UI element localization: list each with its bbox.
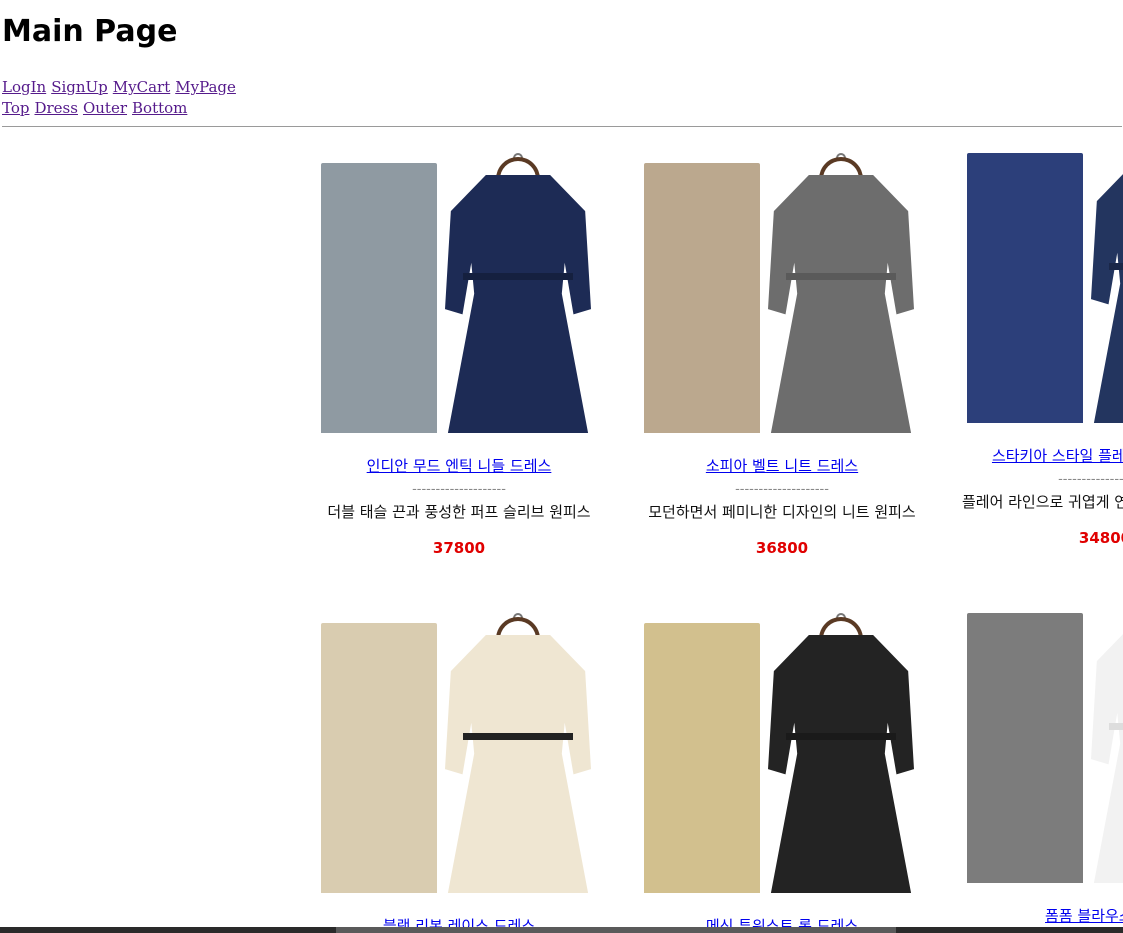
login-link[interactable]: LogIn	[2, 78, 46, 96]
mypage-link[interactable]: MyPage	[175, 78, 236, 96]
product-name-link[interactable]: 소피아 벨트 니트 드레스	[706, 455, 858, 476]
dress-shape	[1091, 165, 1123, 423]
mycart-link[interactable]: MyCart	[113, 78, 170, 96]
garment-photo	[437, 613, 599, 893]
category-top-link[interactable]: Top	[2, 99, 29, 117]
category-bottom-link[interactable]: Bottom	[132, 99, 187, 117]
header-divider	[2, 126, 1122, 127]
scrollbar-thumb[interactable]	[336, 927, 896, 933]
model-photo	[967, 613, 1083, 883]
product-price: 36800	[755, 539, 809, 557]
dress-shape	[1091, 625, 1123, 883]
product-name-link[interactable]: 인디안 무드 엔틱 니들 드레스	[367, 455, 552, 476]
model-photo	[321, 623, 437, 893]
product-card: 소피아 벨트 니트 드레스 -------------------- 모던하면서…	[621, 153, 943, 557]
horizontal-scrollbar[interactable]	[0, 927, 1123, 933]
belt-shape	[463, 733, 573, 740]
product-name-link[interactable]: 폼폼 블라우스 치마	[1045, 905, 1123, 926]
dress-shape	[445, 175, 591, 433]
product-image[interactable]	[319, 153, 599, 433]
garment-photo	[760, 153, 922, 433]
garment-photo	[1083, 143, 1123, 423]
product-price: 37800	[432, 539, 486, 557]
category-nav: Top Dress Outer Bottom	[2, 98, 192, 119]
product-card: 폼폼 블라우스 치마	[944, 603, 1123, 926]
signup-link[interactable]: SignUp	[51, 78, 108, 96]
model-photo	[967, 153, 1083, 423]
belt-shape	[1109, 263, 1123, 270]
garment-photo	[437, 153, 599, 433]
product-description: 모던하면서 페미니한 디자인의 니트 원피스	[648, 503, 916, 521]
product-description: 더블 태슬 끈과 풍성한 퍼프 슬리브 원피스	[327, 503, 591, 521]
garment-photo	[760, 613, 922, 893]
belt-shape	[1109, 723, 1123, 730]
account-nav: LogIn SignUp MyCart MyPage	[2, 77, 241, 98]
product-description: 플레어 라인으로 귀엽게 연출되는 데님 원피스	[961, 493, 1123, 511]
belt-shape	[786, 273, 896, 280]
product-image[interactable]	[642, 153, 922, 433]
model-photo	[321, 163, 437, 433]
separator-line: --------------------	[1058, 472, 1123, 487]
dress-shape	[768, 635, 914, 893]
dress-shape	[445, 635, 591, 893]
dress-shape	[768, 175, 914, 433]
model-photo	[644, 623, 760, 893]
garment-photo	[1083, 603, 1123, 883]
product-image[interactable]	[965, 603, 1123, 883]
category-outer-link[interactable]: Outer	[83, 99, 127, 117]
product-card: 스타키아 스타일 플레어 데님 원피스 --------------------…	[944, 143, 1123, 547]
product-card: 블랙 리본 레이스 드레스	[298, 613, 620, 933]
product-card: 메신 투위스트 롱 드레스	[621, 613, 943, 933]
category-dress-link[interactable]: Dress	[34, 99, 77, 117]
belt-shape	[463, 273, 573, 280]
separator-line: --------------------	[412, 482, 506, 497]
product-image[interactable]	[642, 613, 922, 893]
product-image[interactable]	[319, 613, 599, 893]
separator-line: --------------------	[735, 482, 829, 497]
page-title: Main Page	[2, 14, 178, 49]
product-card: 인디안 무드 엔틱 니들 드레스 -------------------- 더블…	[298, 153, 620, 557]
product-image[interactable]	[965, 143, 1123, 423]
product-name-link[interactable]: 스타키아 스타일 플레어 데님 원피스	[992, 445, 1123, 466]
product-price: 34800	[1078, 529, 1123, 547]
model-photo	[644, 163, 760, 433]
belt-shape	[786, 733, 896, 740]
product-grid: 인디안 무드 엔틱 니들 드레스 -------------------- 더블…	[298, 143, 1123, 933]
